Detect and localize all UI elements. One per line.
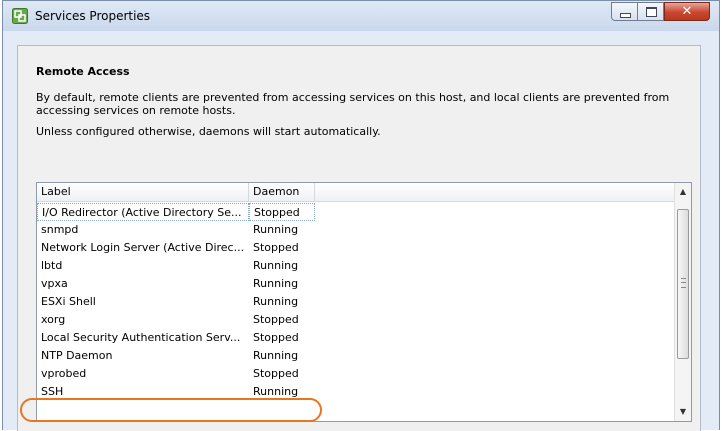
table-row[interactable]: NTP Daemon Running [37,347,677,365]
section-description: By default, remote clients are prevented… [36,91,670,117]
row-label: ESXi Shell [41,295,96,308]
minimize-button[interactable] [611,2,638,21]
table-row[interactable]: Local Security Authentication Serv... Sto… [37,329,677,347]
row-daemon-status: Stopped [253,313,299,326]
section-title: Remote Access [36,65,130,78]
maximize-button[interactable] [637,2,664,21]
row-label: xorg [41,313,66,326]
scrollbar-grip-icon [681,278,686,288]
row-daemon-status: Stopped [249,203,315,221]
row-daemon-status: Running [253,295,299,308]
row-daemon-status: Running [253,277,299,290]
window-title: Services Properties [35,9,151,23]
vertical-scrollbar[interactable]: ▲ ▼ [674,183,691,421]
remote-access-panel: Remote Access By default, remote clients… [17,45,701,431]
services-table: Label Daemon I/O Redirector (Active Dire… [36,182,692,422]
close-button[interactable]: ✕ [664,2,710,21]
column-header-label[interactable]: Label [37,183,249,201]
scrollbar-thumb[interactable] [677,209,689,359]
maximize-icon [646,7,657,17]
vsphere-app-icon [12,8,28,24]
scroll-up-arrow-icon[interactable]: ▲ [675,183,691,201]
row-label: vpxa [41,277,68,290]
column-header-daemon[interactable]: Daemon [249,183,315,201]
minimize-icon [620,13,631,18]
ssh-row-highlight-annotation [20,398,322,422]
table-row[interactable]: vpxa Running [37,275,677,293]
row-label: Network Login Server (Active Direc... [41,241,245,254]
row-daemon-status: Running [253,259,299,272]
section-note: Unless configured otherwise, daemons wil… [36,125,381,138]
row-label: NTP Daemon [41,349,113,362]
title-bar[interactable]: Services Properties ✕ [3,1,719,31]
services-properties-window: Services Properties ✕ Remote Access By d… [2,0,720,431]
table-rows: I/O Redirector (Active Directory Se... St… [37,203,677,401]
table-row[interactable]: I/O Redirector (Active Directory Se... St… [37,203,677,221]
row-label: vprobed [41,367,87,380]
table-row[interactable]: Network Login Server (Active Direc... Sto… [37,239,677,257]
row-label: lbtd [41,259,63,272]
row-label: snmpd [41,223,79,236]
close-icon: ✕ [681,4,693,19]
row-daemon-status: Stopped [253,241,299,254]
table-row[interactable]: lbtd Running [37,257,677,275]
table-row[interactable]: xorg Stopped [37,311,677,329]
row-daemon-status: Running [253,349,299,362]
table-header: Label Daemon [37,183,677,202]
row-daemon-status: Stopped [253,331,299,344]
scroll-down-arrow-icon[interactable]: ▼ [675,403,691,421]
row-daemon-status: Stopped [253,367,299,380]
table-row[interactable]: ESXi Shell Running [37,293,677,311]
table-row[interactable]: snmpd Running [37,221,677,239]
row-label: Local Security Authentication Serv... [41,331,241,344]
row-label: I/O Redirector (Active Directory Se... [37,203,249,221]
table-row[interactable]: vprobed Stopped [37,365,677,383]
row-daemon-status: Running [253,223,299,236]
